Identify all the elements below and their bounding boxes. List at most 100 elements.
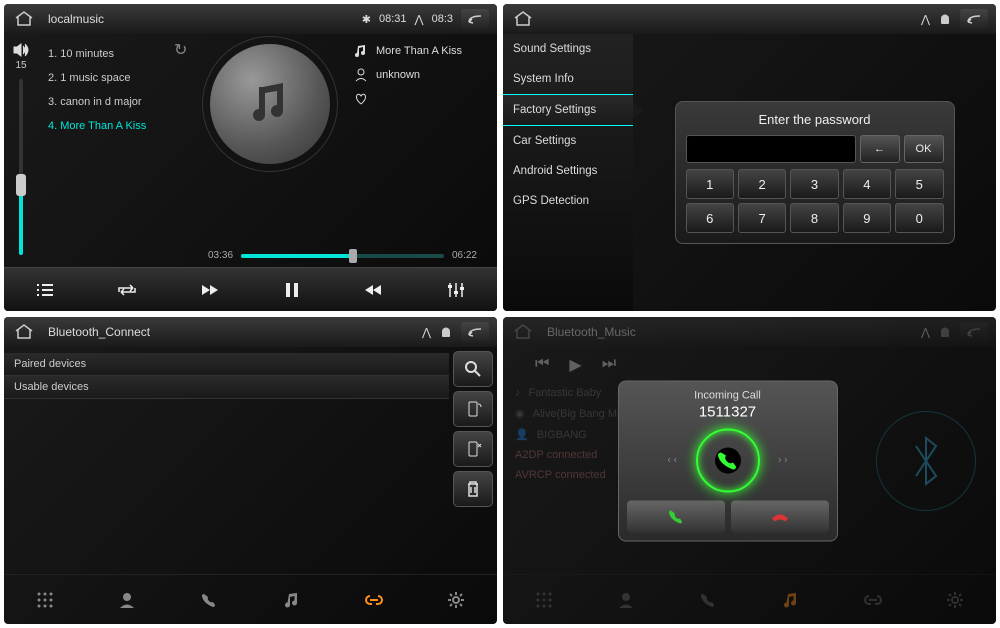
menu-car-settings[interactable]: Car Settings — [503, 126, 633, 156]
settings-menu: Sound Settings System Info Factory Setti… — [503, 34, 633, 311]
key-6[interactable]: 6 — [686, 203, 734, 233]
contacts-icon[interactable] — [107, 582, 147, 618]
expand-icon[interactable]: ⋀ — [921, 326, 930, 339]
person-icon — [354, 68, 368, 82]
menu-sound-settings[interactable]: Sound Settings — [503, 34, 633, 64]
refresh-icon[interactable]: ↻ — [174, 40, 187, 60]
artist: unknown — [376, 69, 420, 81]
track-item[interactable]: 3. canon in d major — [44, 90, 192, 114]
home-icon[interactable] — [511, 322, 535, 342]
backspace-button[interactable]: ← — [860, 135, 900, 163]
repeat-button[interactable] — [105, 274, 149, 306]
android-icon — [938, 325, 952, 339]
volume-icon — [12, 42, 30, 58]
link-icon[interactable] — [853, 582, 893, 618]
expand-icon[interactable]: ⋀ — [921, 13, 930, 26]
ok-button[interactable]: OK — [904, 135, 944, 163]
duration-time: 06:22 — [452, 250, 477, 261]
settings-icon[interactable] — [935, 582, 975, 618]
bottom-nav — [503, 574, 996, 624]
person-icon: 👤 — [515, 428, 529, 441]
device-disconnect-button[interactable] — [453, 431, 493, 467]
reject-button[interactable] — [731, 500, 829, 532]
track-item[interactable]: 2. 1 music space — [44, 66, 192, 90]
bluetooth-icon: ✱ — [362, 13, 371, 26]
statusbar: Bluetooth_Connect ⋀ — [4, 317, 497, 347]
disc-icon: ◉ — [515, 407, 525, 420]
answer-swipe[interactable] — [696, 428, 760, 492]
call-title: Incoming Call — [627, 389, 829, 401]
track-item[interactable]: 1. 10 minutes — [44, 42, 192, 66]
app-title: localmusic — [48, 12, 104, 26]
settings-panel: ⋀ Sound Settings System Info Factory Set… — [503, 4, 996, 311]
dialog-title: Enter the password — [686, 112, 944, 127]
home-icon[interactable] — [511, 9, 535, 29]
menu-factory-settings[interactable]: Factory Settings — [503, 94, 633, 126]
key-4[interactable]: 4 — [843, 169, 891, 199]
music-icon[interactable] — [272, 582, 312, 618]
contacts-icon[interactable] — [606, 582, 646, 618]
key-2[interactable]: 2 — [738, 169, 786, 199]
prev-button[interactable] — [187, 274, 231, 306]
delete-button[interactable] — [453, 471, 493, 507]
home-icon[interactable] — [12, 9, 36, 29]
key-5[interactable]: 5 — [895, 169, 943, 199]
player-controls — [4, 267, 497, 311]
track-list: 1. 10 minutes 2. 1 music space 3. canon … — [38, 34, 198, 267]
pause-button[interactable] — [270, 274, 314, 306]
device-list: Paired devices Usable devices — [4, 347, 449, 574]
device-connect-button[interactable] — [453, 391, 493, 427]
android-icon — [938, 12, 952, 26]
back-button[interactable] — [960, 322, 988, 342]
paired-devices-header[interactable]: Paired devices — [4, 353, 449, 376]
home-icon[interactable] — [12, 322, 36, 342]
numeric-keypad: 1 2 3 4 5 6 7 8 9 0 — [686, 169, 944, 233]
equalizer-button[interactable] — [434, 274, 478, 306]
bluetooth-connect-panel: Bluetooth_Connect ⋀ Paired devices Usabl… — [4, 317, 497, 624]
heart-icon[interactable] — [354, 92, 368, 106]
back-button[interactable] — [960, 9, 988, 29]
key-8[interactable]: 8 — [790, 203, 838, 233]
music-icon[interactable] — [771, 582, 811, 618]
play-button[interactable]: ▶ — [569, 355, 581, 375]
dialpad-icon[interactable] — [25, 582, 65, 618]
android-icon — [439, 325, 453, 339]
usable-devices-header[interactable]: Usable devices — [4, 376, 449, 399]
app-title: Bluetooth_Music — [547, 325, 636, 339]
key-3[interactable]: 3 — [790, 169, 838, 199]
progress-bar[interactable]: 03:36 06:22 — [208, 250, 477, 261]
search-button[interactable] — [453, 351, 493, 387]
accept-button[interactable] — [627, 500, 725, 532]
key-0[interactable]: 0 — [895, 203, 943, 233]
key-9[interactable]: 9 — [843, 203, 891, 233]
expand-icon[interactable]: ⋀ — [422, 326, 431, 339]
playlist-button[interactable] — [23, 274, 67, 306]
back-button[interactable] — [461, 9, 489, 29]
music-player-panel: localmusic ✱ 08:31 ⋀ 08:3 15 1. 10 minut… — [4, 4, 497, 311]
menu-system-info[interactable]: System Info — [503, 64, 633, 94]
password-dialog: Enter the password ← OK 1 2 3 4 5 6 7 8 … — [675, 101, 955, 244]
password-input[interactable] — [686, 135, 856, 163]
volume-value: 15 — [15, 60, 26, 71]
bottom-nav — [4, 574, 497, 624]
volume-slider[interactable] — [19, 79, 23, 255]
call-icon[interactable] — [688, 582, 728, 618]
track-item[interactable]: 4. More Than A Kiss — [44, 114, 192, 138]
bluetooth-music-panel: Bluetooth_Music ⋀ ⏮ ▶ ⏭ ♪Fantastic Baby … — [503, 317, 996, 624]
expand-icon[interactable]: ⋀ — [415, 13, 424, 26]
key-7[interactable]: 7 — [738, 203, 786, 233]
call-icon[interactable] — [189, 582, 229, 618]
volume-panel: 15 — [4, 34, 38, 267]
settings-icon[interactable] — [436, 582, 476, 618]
link-icon[interactable] — [354, 582, 394, 618]
prev-button[interactable]: ⏮ — [535, 355, 549, 375]
key-1[interactable]: 1 — [686, 169, 734, 199]
menu-gps-detection[interactable]: GPS Detection — [503, 186, 633, 216]
next-button[interactable]: ⏭ — [602, 355, 616, 375]
back-button[interactable] — [461, 322, 489, 342]
music-note-icon — [354, 44, 368, 58]
track-meta: More Than A Kiss unknown — [354, 44, 462, 257]
dialpad-icon[interactable] — [524, 582, 564, 618]
menu-android-settings[interactable]: Android Settings — [503, 156, 633, 186]
next-button[interactable] — [352, 274, 396, 306]
